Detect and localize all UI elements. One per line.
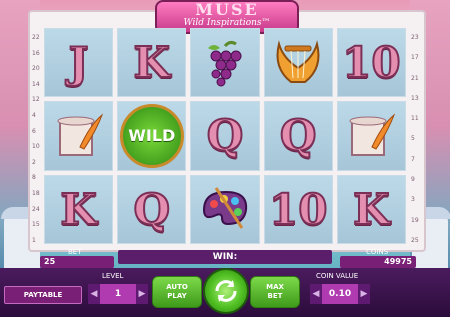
payline-number[interactable]: 14	[32, 81, 40, 88]
reel-cell: WILD	[117, 101, 187, 171]
payline-number[interactable]: 23	[411, 34, 419, 41]
payline-number[interactable]: 17	[411, 54, 419, 61]
payline-number[interactable]: 15	[32, 221, 40, 228]
coins-value: 49975	[340, 256, 416, 268]
symbol-q: Q	[132, 184, 171, 235]
payline-number[interactable]: 2	[32, 159, 40, 166]
payline-numbers-left: 22 16 20 14 12 4 6 10 2 8 18 24 15 1	[32, 34, 40, 244]
payline-numbers-right: 23 17 21 13 11 5 7 9 3 19 25	[411, 34, 419, 244]
symbol-j: J	[68, 37, 90, 88]
payline-number[interactable]: 22	[32, 34, 40, 41]
wild-symbol: WILD	[119, 103, 184, 168]
level-label: LEVEL	[102, 272, 124, 280]
payline-number[interactable]: 3	[411, 196, 419, 203]
maxbet-label-line1: MAX	[266, 283, 284, 291]
reel-cell: Q	[190, 101, 260, 171]
payline-number[interactable]: 19	[411, 217, 419, 224]
scroll-symbol-icon	[57, 113, 103, 156]
payline-number[interactable]: 4	[32, 112, 40, 119]
payline-number[interactable]: 1	[32, 237, 40, 244]
payline-number[interactable]: 16	[32, 50, 40, 57]
logo-title: MUSE	[195, 0, 259, 19]
wild-label: WILD	[128, 126, 176, 146]
coins-value-text: 49975	[384, 257, 412, 266]
payline-number[interactable]: 5	[411, 135, 419, 142]
payline-number[interactable]: 13	[411, 95, 419, 102]
reel-cell: K	[336, 174, 406, 244]
spin-button[interactable]	[203, 268, 249, 314]
reel-cell: Q	[263, 101, 333, 171]
reel-cell	[263, 28, 333, 98]
paytable-button[interactable]: PAYTABLE	[4, 286, 82, 304]
reel-grid: J K 10 WILD Q Q K Q 10 K	[44, 28, 406, 244]
symbol-q: Q	[279, 110, 318, 161]
reel-cell: 10	[336, 28, 406, 98]
symbol-10: 10	[341, 37, 401, 88]
reel-cell: Q	[117, 174, 187, 244]
payline-number[interactable]: 7	[411, 156, 419, 163]
symbol-k: K	[59, 184, 97, 235]
payline-number[interactable]: 9	[411, 176, 419, 183]
coin-value-label: COIN VALUE	[316, 272, 359, 280]
payline-number[interactable]: 8	[32, 174, 40, 181]
symbol-k: K	[352, 184, 390, 235]
payline-number[interactable]: 24	[32, 206, 40, 213]
coin-value-increase-button[interactable]: ▶	[358, 284, 370, 304]
lyre-symbol-icon	[276, 39, 320, 83]
coin-value-decrease-button[interactable]: ◀	[310, 284, 322, 304]
reel-cell	[190, 28, 260, 98]
level-decrease-button[interactable]: ◀	[88, 284, 100, 304]
payline-number[interactable]: 6	[32, 128, 40, 135]
coins-label: COINS	[366, 248, 389, 256]
payline-number[interactable]: 18	[32, 190, 40, 197]
grape-symbol-icon	[207, 40, 242, 87]
level-value: 1	[100, 284, 136, 304]
win-display: WIN:	[118, 250, 332, 264]
payline-number[interactable]: 25	[411, 237, 419, 244]
refresh-icon	[215, 280, 237, 302]
payline-number[interactable]: 20	[32, 65, 40, 72]
coin-value: 0.10	[322, 284, 358, 304]
payline-number[interactable]: 10	[32, 143, 40, 150]
reel-cell: 10	[263, 174, 333, 244]
symbol-k: K	[133, 37, 171, 88]
coin-value-stepper: ◀ 0.10 ▶	[310, 284, 370, 304]
bottom-hud: BET 25 WIN: COINS 49975 PAYTABLE LEVEL ◀…	[0, 248, 450, 317]
win-label: WIN:	[212, 252, 238, 262]
palette-symbol-icon	[202, 187, 248, 230]
level-stepper: ◀ 1 ▶	[88, 284, 148, 304]
maxbet-label-line2: BET	[267, 292, 283, 300]
payline-number[interactable]: 11	[411, 115, 419, 122]
max-bet-button[interactable]: MAX BET	[250, 276, 300, 308]
autoplay-button[interactable]: AUTO PLAY	[152, 276, 202, 308]
reel-cell: K	[117, 28, 187, 98]
payline-number[interactable]: 12	[32, 96, 40, 103]
reel-cell	[44, 101, 114, 171]
symbol-q: Q	[206, 110, 245, 161]
autoplay-label-line1: AUTO	[166, 283, 188, 291]
logo-subtitle: Wild Inspirations™	[183, 18, 271, 28]
bet-label: BET	[68, 248, 82, 256]
reel-cell	[336, 101, 406, 171]
symbol-10: 10	[268, 184, 328, 235]
scroll-symbol-icon	[349, 113, 396, 156]
reel-cell	[190, 174, 260, 244]
level-increase-button[interactable]: ▶	[136, 284, 148, 304]
bet-value-text: 25	[44, 257, 56, 266]
reel-cell: K	[44, 174, 114, 244]
reel-cell: J	[44, 28, 114, 98]
autoplay-label-line2: PLAY	[167, 292, 187, 300]
payline-number[interactable]: 21	[411, 75, 419, 82]
bet-value: 25	[40, 256, 114, 268]
